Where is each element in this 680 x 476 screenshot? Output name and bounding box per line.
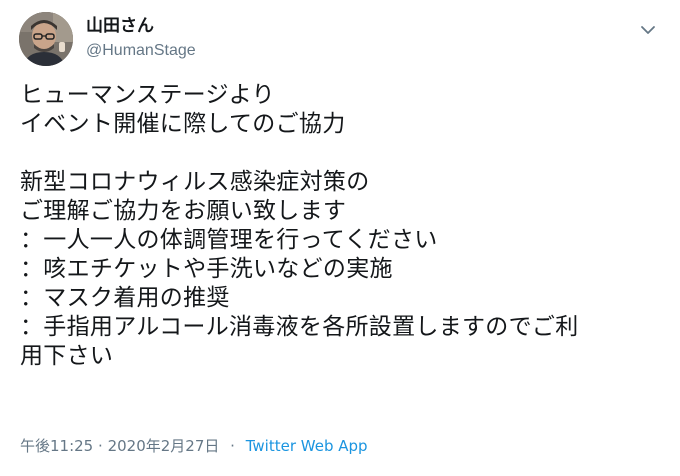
tweet-time[interactable]: 午後11:25 <box>20 437 93 455</box>
tweet-line: ヒューマンステージより <box>20 82 275 108</box>
avatar[interactable] <box>19 12 73 66</box>
tweet-meta: 午後11:25 · 2020年2月27日 · Twitter Web App <box>20 436 368 456</box>
tweet-line: ご理解ご協力をお願い致します <box>20 198 347 224</box>
tweet-line: ：一人一人の体調管理を行ってください <box>20 227 438 253</box>
tweet-line: イベント開催に際してのご協力 <box>20 111 346 137</box>
tweet-line: ：マスク着用の推奨 <box>20 285 230 311</box>
tweet-line: ：手指用アルコール消毒液を各所設置しますのでご利 <box>20 314 579 340</box>
tweet-line: ：咳エチケットや手洗いなどの実施 <box>20 256 393 282</box>
meta-separator: · <box>98 437 103 455</box>
username[interactable]: @HumanStage <box>86 40 196 62</box>
display-name[interactable]: 山田さん <box>86 15 154 37</box>
tweet-card: 山田さん @HumanStage ヒューマンステージより イベント開催に際しての… <box>0 0 680 476</box>
tweet-line: 用下さい <box>20 343 114 369</box>
avatar-photo <box>19 12 73 66</box>
tweet-line: 新型コロナウィルス感染症対策の <box>20 169 370 195</box>
tweet-date[interactable]: 2020年2月27日 <box>108 437 220 455</box>
tweet-source-link[interactable]: Twitter Web App <box>246 437 368 455</box>
chevron-down-icon[interactable] <box>638 20 658 40</box>
meta-separator: · <box>230 437 235 455</box>
tweet-text: ヒューマンステージより イベント開催に際してのご協力 新型コロナウィルス感染症対… <box>20 81 660 371</box>
